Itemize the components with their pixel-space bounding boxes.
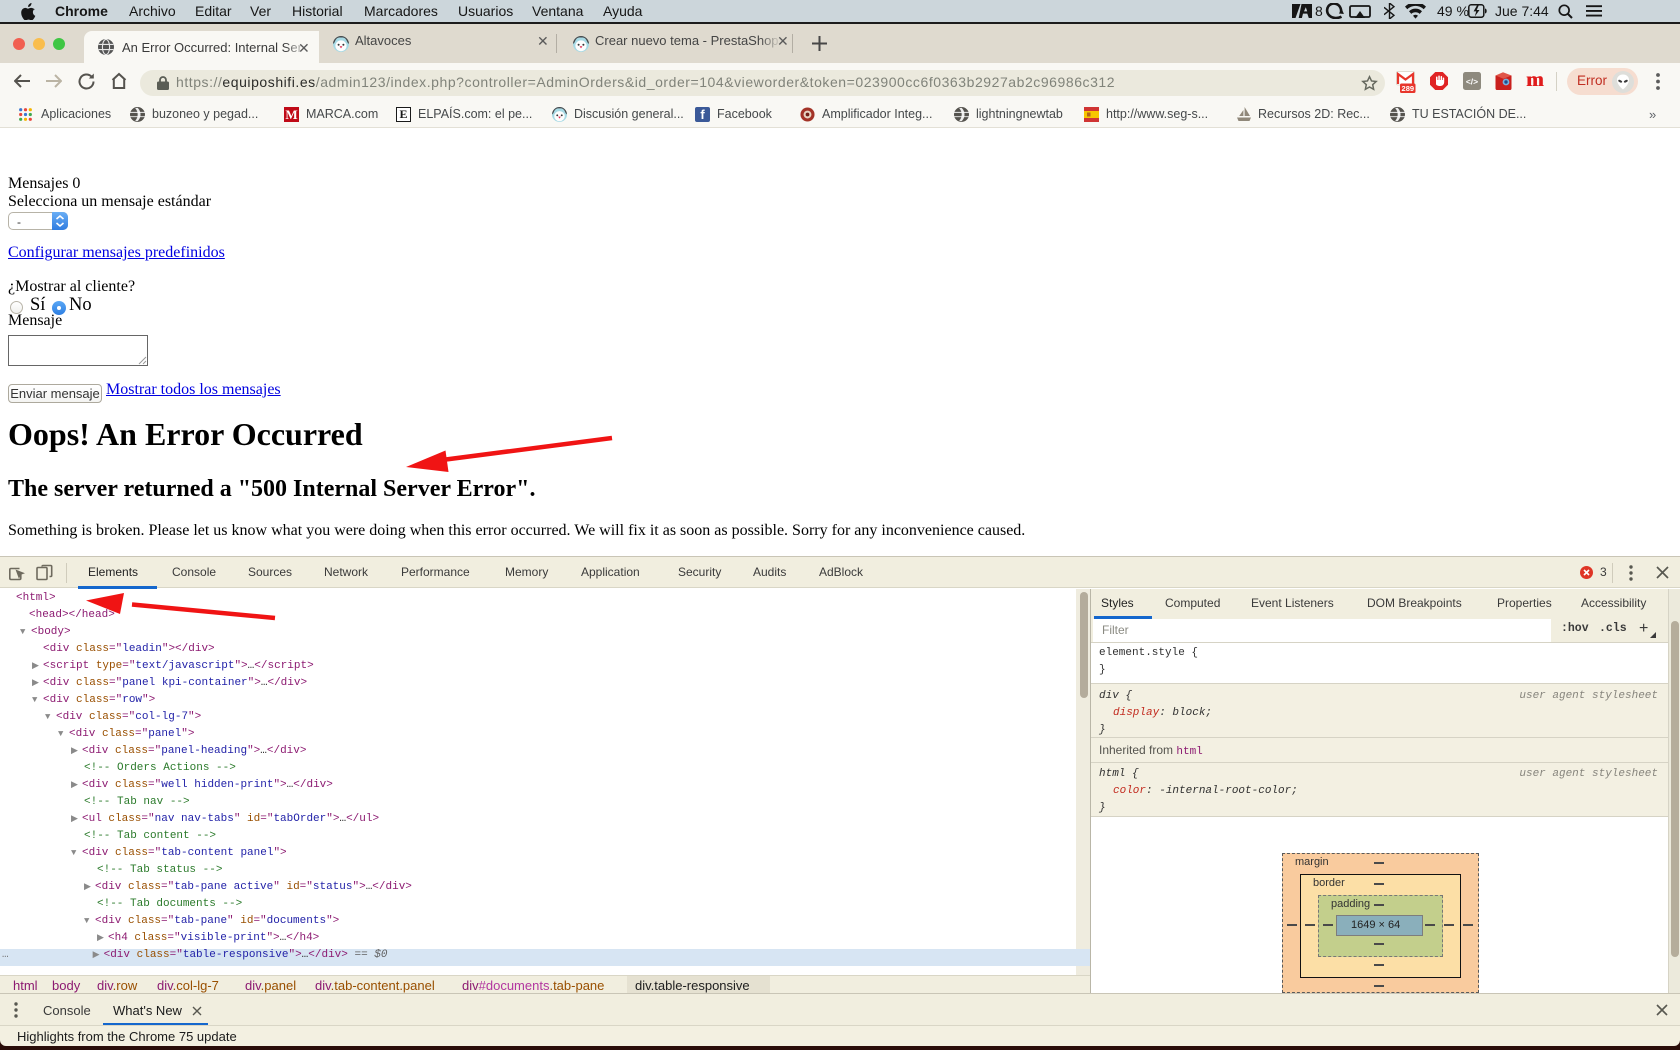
svg-text:</>: </> [1466, 77, 1478, 87]
svg-text:289: 289 [1402, 84, 1415, 93]
